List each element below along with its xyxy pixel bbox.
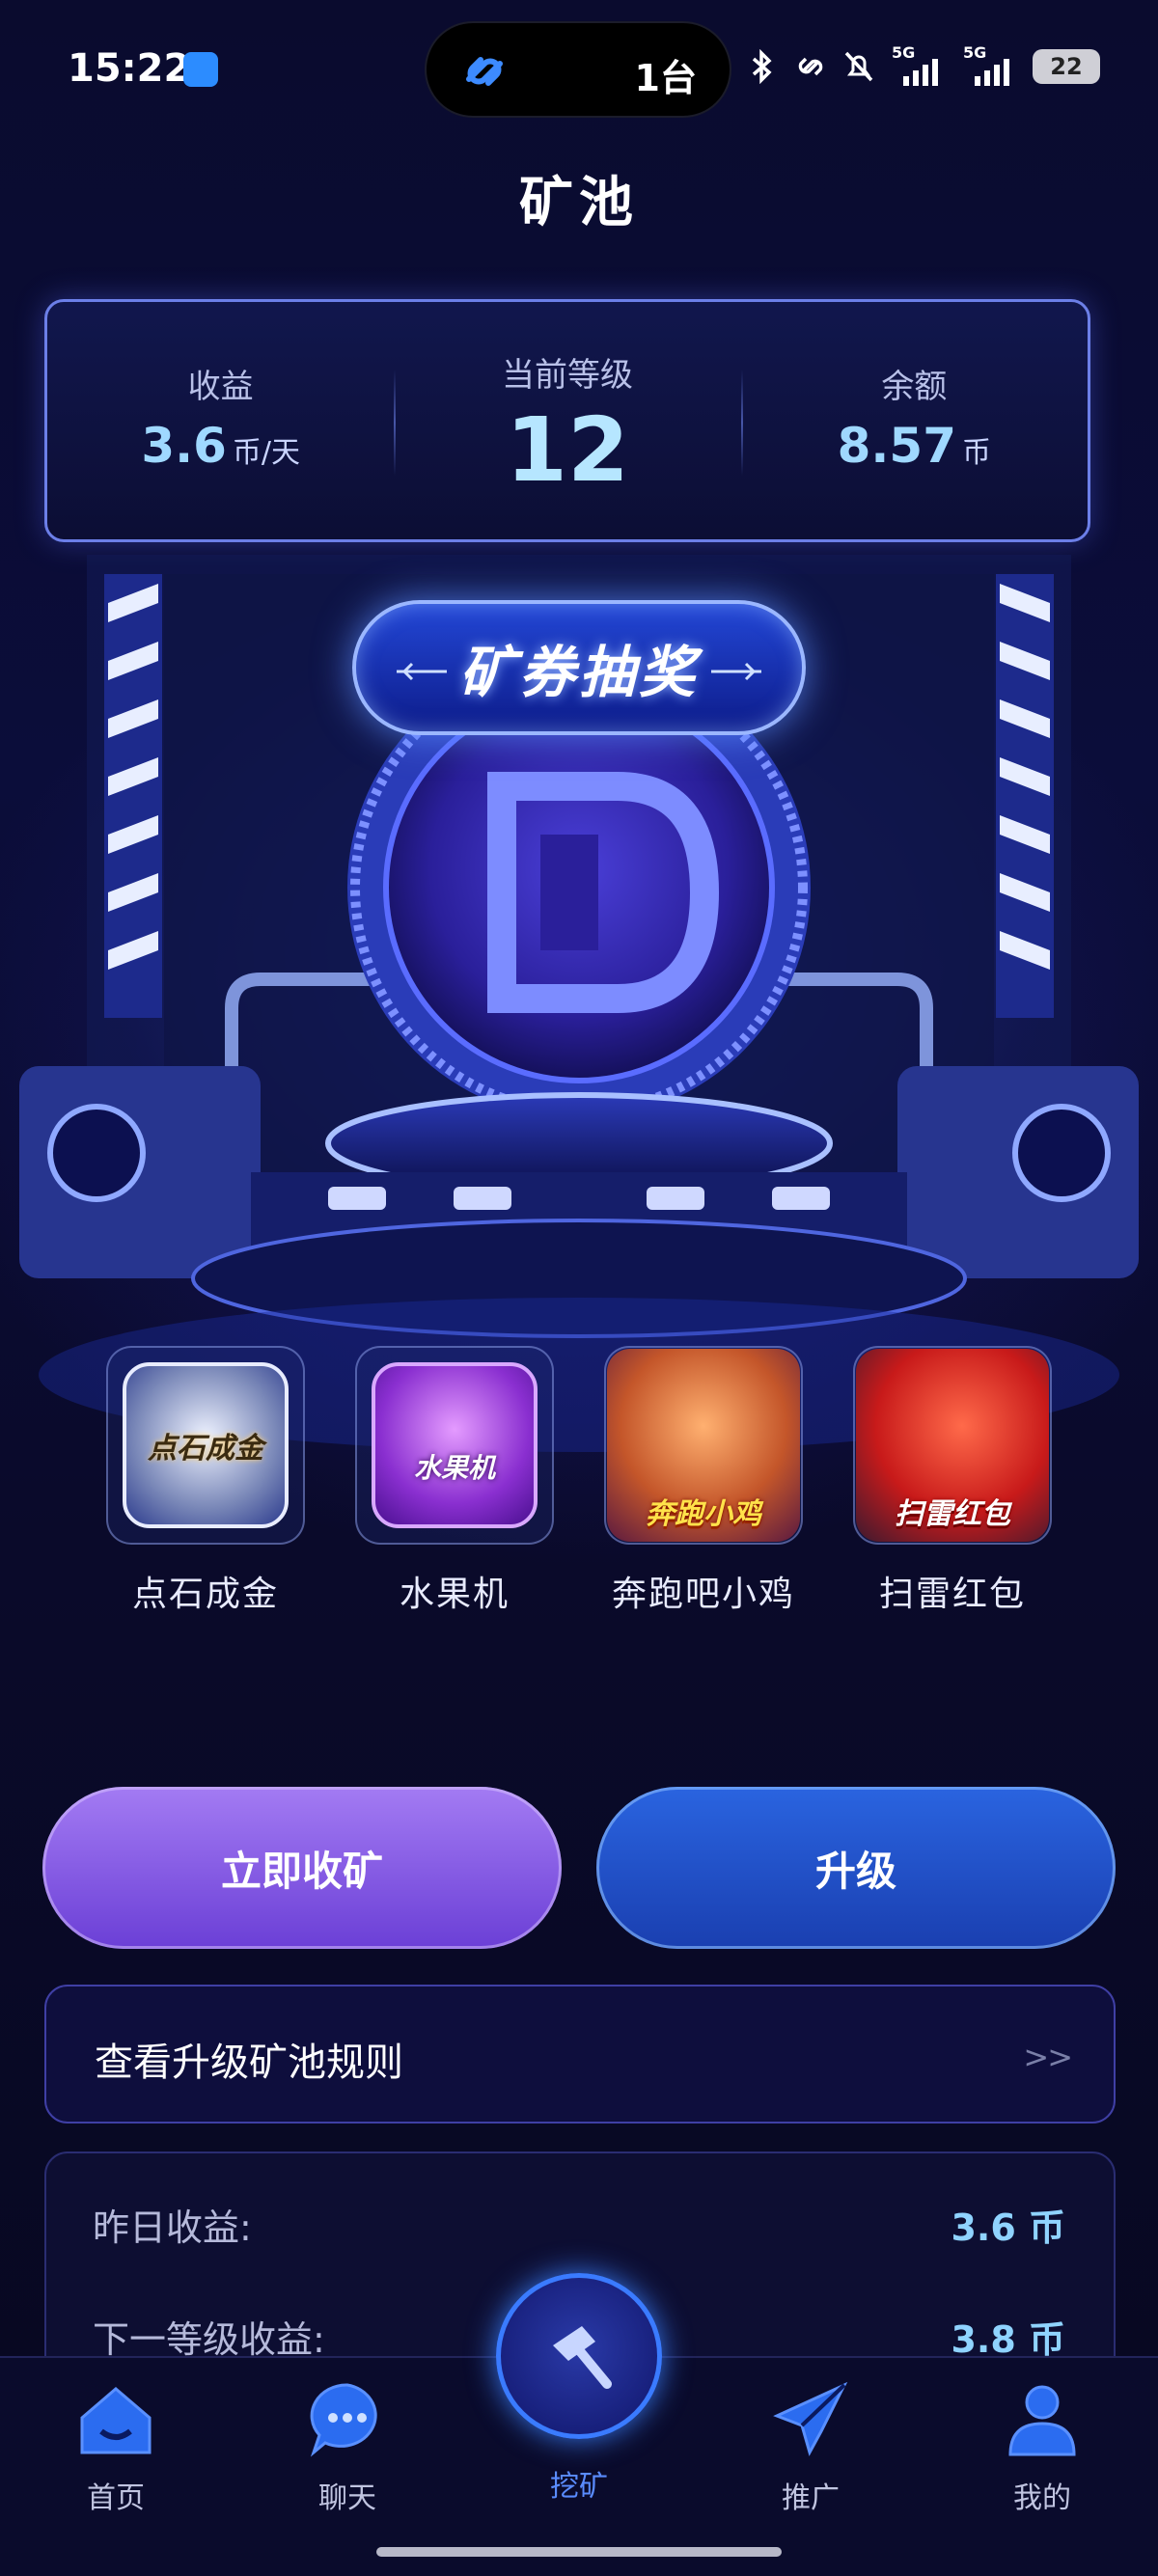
next-level-earnings-label: 下一等级收益: [93,2318,325,2361]
game-item-fruit-machine[interactable]: 水果机 水果机 [353,1346,556,1616]
game-name: 点石成金 [131,1575,279,1614]
stone-gold-icon: 点石成金 [123,1362,289,1528]
game-frame: 水果机 [355,1346,554,1545]
dynamic-island[interactable]: 1台 [425,21,731,118]
status-time: 15:22 [68,46,191,91]
tab-chat[interactable]: 聊天 [270,2375,425,2516]
fruit-machine-icon: 水果机 [372,1362,538,1528]
stat-level: 当前等级 12 [394,302,740,539]
game-icon-text: 奔跑小鸡 [646,1497,761,1531]
tab-label: 我的 [1013,2481,1071,2515]
level-value: 12 [505,398,629,502]
game-icon-text: 水果机 [413,1452,495,1484]
hammer-icon [553,2326,612,2389]
upgrade-button[interactable]: 升级 [596,1787,1116,1949]
game-list: 点石成金 点石成金 水果机 水果机 奔跑小鸡 奔跑吧小鸡 扫雷红包 扫雷红包 [0,1346,1158,1626]
game-frame: 点石成金 [106,1346,305,1545]
yesterday-earnings-value: 3.6 币 [951,2206,1065,2249]
game-name: 奔跑吧小鸡 [611,1575,795,1614]
earnings-unit: 币/天 [232,436,300,470]
earnings-value: 3.6 [141,418,227,474]
rules-label: 查看升级矿池规则 [95,2041,403,2085]
link-icon [466,57,503,86]
stat-balance: 余额 8.57 币 [740,302,1088,539]
earnings-value-row: 3.6 币/天 [47,418,394,474]
tab-home[interactable]: 首页 [39,2375,193,2516]
tab-profile[interactable]: 我的 [965,2375,1119,2516]
balance-label: 余额 [881,368,948,406]
running-chick-icon: 奔跑小鸡 [607,1349,800,1542]
game-item-stone-gold[interactable]: 点石成金 点石成金 [104,1346,307,1616]
balance-unit: 币 [962,436,991,470]
earnings-label: 收益 [187,368,254,406]
tab-label: 首页 [87,2481,145,2515]
upgrade-rules-link[interactable]: 查看升级矿池规则 >> [44,1985,1116,2124]
tab-promote[interactable]: 推广 [733,2375,888,2516]
game-icon-text: 点石成金 [148,1432,263,1466]
status-bar: 15:22 1台 5G 5G 22 [0,0,1158,135]
battery-indicator: 22 [1033,49,1100,84]
page-title: 矿池 [519,172,639,234]
home-icon [80,2387,152,2454]
stats-card: 收益 3.6 币/天 当前等级 12 余额 8.57 币 [44,299,1090,542]
link-status-icon [793,49,828,84]
lottery-button[interactable]: 矿券抽奖 [352,600,806,735]
right-arrows-icon [711,662,761,681]
signal-5g-icon-b: 5G [961,43,1019,86]
yesterday-earnings-label: 昨日收益: [93,2206,252,2249]
chat-icon [310,2383,377,2457]
chevron-right-icon: >> [1023,2039,1073,2075]
lottery-label: 矿券抽奖 [458,640,699,705]
tab-mining[interactable]: 挖矿 [502,2462,656,2505]
balance-value: 8.57 [837,418,956,474]
game-icon-text: 扫雷红包 [895,1497,1010,1531]
stat-earnings: 收益 3.6 币/天 [47,302,394,539]
game-name: 水果机 [399,1575,510,1614]
home-indicator[interactable] [376,2547,782,2557]
mute-bell-icon [841,49,876,84]
game-item-running-chick[interactable]: 奔跑小鸡 奔跑吧小鸡 [602,1346,805,1616]
tab-label: 聊天 [318,2481,376,2515]
game-frame: 奔跑小鸡 [604,1346,803,1545]
profile-icon [1008,2385,1076,2456]
system-icons: 5G 5G 22 [745,43,1100,89]
tab-label: 挖矿 [550,2470,608,2504]
island-text: 1台 [634,57,697,99]
level-label: 当前等级 [501,356,633,395]
left-arrows-icon [397,662,447,681]
send-icon [773,2381,848,2456]
bluetooth-icon [745,49,780,84]
yesterday-earnings-row: 昨日收益: 3.6 币 [93,2198,1065,2251]
signal-5g-icon-a: 5G [890,43,948,86]
game-item-minesweeper-redpacket[interactable]: 扫雷红包 扫雷红包 [851,1346,1054,1616]
collect-button[interactable]: 立即收矿 [42,1787,562,1949]
minesweeper-redpacket-icon: 扫雷红包 [856,1349,1049,1542]
tab-label: 推广 [782,2481,840,2515]
mining-fab-button[interactable] [496,2273,662,2439]
app-notification-icon [183,52,218,87]
game-name: 扫雷红包 [878,1575,1026,1614]
left-light-pillar [104,574,162,1018]
balance-value-row: 8.57 币 [741,418,1088,474]
right-light-pillar [996,574,1054,1018]
next-level-earnings-value: 3.8 币 [951,2318,1065,2361]
game-frame: 扫雷红包 [853,1346,1052,1545]
